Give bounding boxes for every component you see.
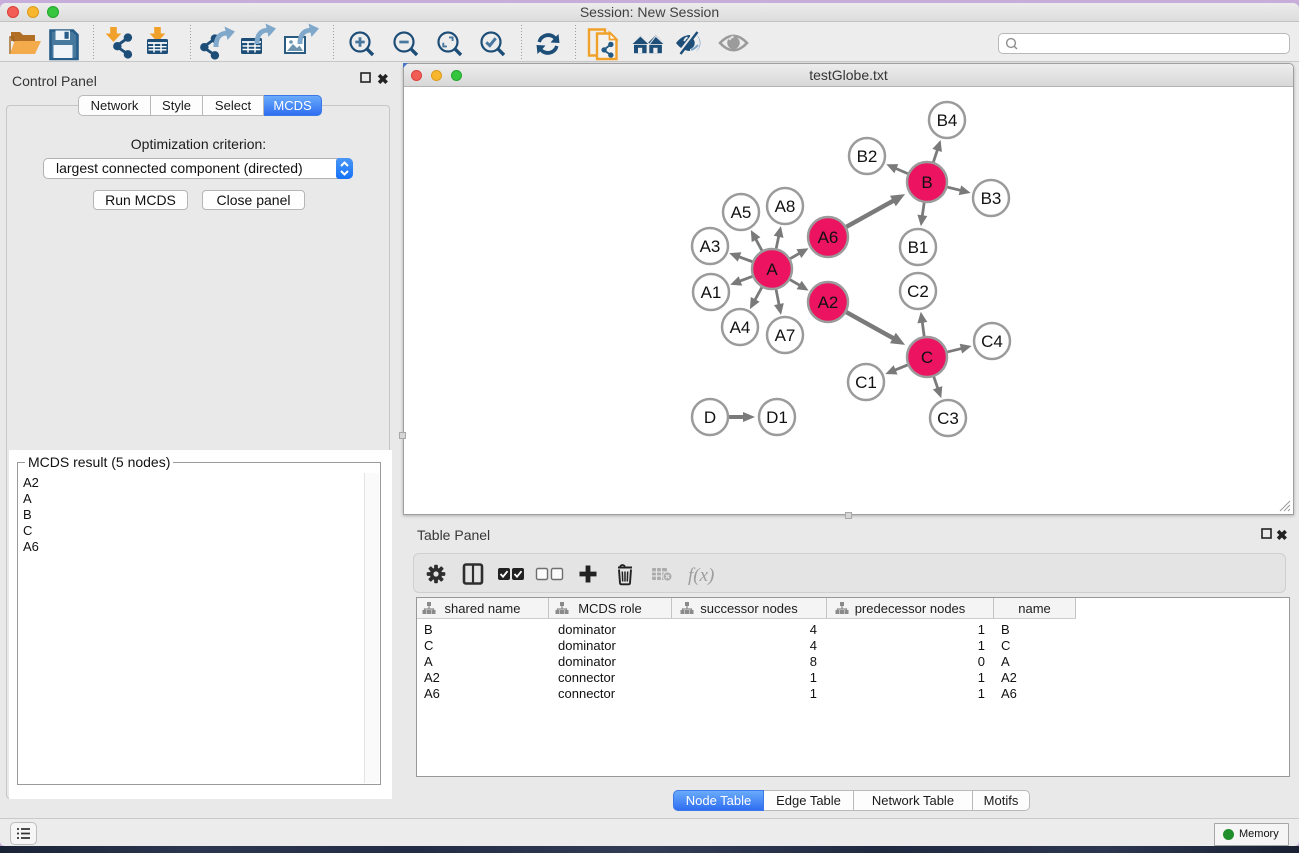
svg-text:A5: A5	[731, 203, 752, 222]
svg-text:D: D	[704, 408, 716, 427]
svg-text:C3: C3	[937, 409, 959, 428]
svg-text:B3: B3	[981, 189, 1002, 208]
svg-text:B: B	[921, 173, 932, 192]
svg-text:B4: B4	[937, 111, 958, 130]
svg-text:A: A	[766, 260, 778, 279]
svg-text:A6: A6	[818, 228, 839, 247]
svg-text:A8: A8	[775, 197, 796, 216]
svg-text:f(x): f(x)	[688, 565, 714, 586]
svg-text:B2: B2	[857, 147, 878, 166]
svg-text:B1: B1	[908, 238, 929, 257]
svg-text:A7: A7	[775, 326, 796, 345]
svg-text:A1: A1	[701, 283, 722, 302]
svg-text:A3: A3	[700, 237, 721, 256]
svg-text:C2: C2	[907, 282, 929, 301]
svg-text:D1: D1	[766, 408, 788, 427]
svg-text:C4: C4	[981, 332, 1003, 351]
svg-text:A4: A4	[730, 318, 751, 337]
svg-text:C1: C1	[855, 373, 877, 392]
svg-text:A2: A2	[818, 293, 839, 312]
svg-text:C: C	[921, 348, 933, 367]
